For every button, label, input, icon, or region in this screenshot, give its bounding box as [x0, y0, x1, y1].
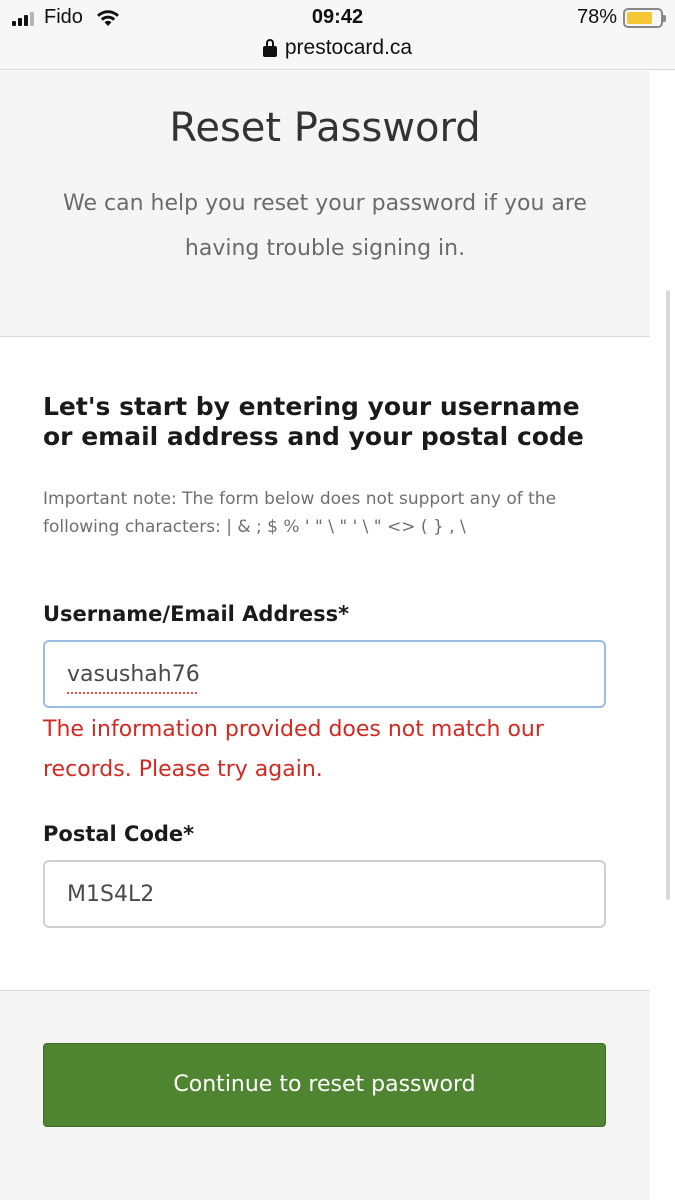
form-heading: Let's start by entering your username or…	[43, 392, 584, 451]
reset-form: Let's start by entering your username or…	[0, 338, 650, 990]
form-actions: Continue to reset password	[0, 990, 650, 1200]
page-gutter	[650, 71, 675, 1200]
scrollbar[interactable]	[666, 290, 670, 900]
form-note: Important note: The form below does not …	[43, 489, 557, 537]
status-right: 78%	[576, 6, 666, 29]
page-header: Reset Password We can help you reset you…	[0, 71, 650, 337]
battery-percentage: 78%	[576, 6, 617, 28]
postal-code-label: Postal Code*	[43, 822, 195, 846]
status-bar: Fido 09:42 78% prestocard.ca	[0, 0, 675, 70]
clock: 09:42	[311, 6, 364, 28]
url-text: prestocard.ca	[284, 36, 413, 59]
continue-button[interactable]: Continue to reset password	[43, 1043, 606, 1127]
address-bar[interactable]: prestocard.ca	[0, 36, 675, 60]
page-subtitle: We can help you reset your password if y…	[63, 191, 587, 261]
lock-icon	[262, 39, 277, 57]
username-label: Username/Email Address*	[43, 602, 350, 626]
battery-icon	[623, 7, 666, 28]
error-message: The information provided does not match …	[43, 717, 544, 782]
page-content: Reset Password We can help you reset you…	[0, 71, 650, 1200]
page-title: Reset Password	[169, 105, 481, 151]
username-field[interactable]	[43, 640, 606, 708]
spellcheck-underline	[66, 691, 199, 695]
postal-code-field[interactable]	[43, 860, 606, 928]
